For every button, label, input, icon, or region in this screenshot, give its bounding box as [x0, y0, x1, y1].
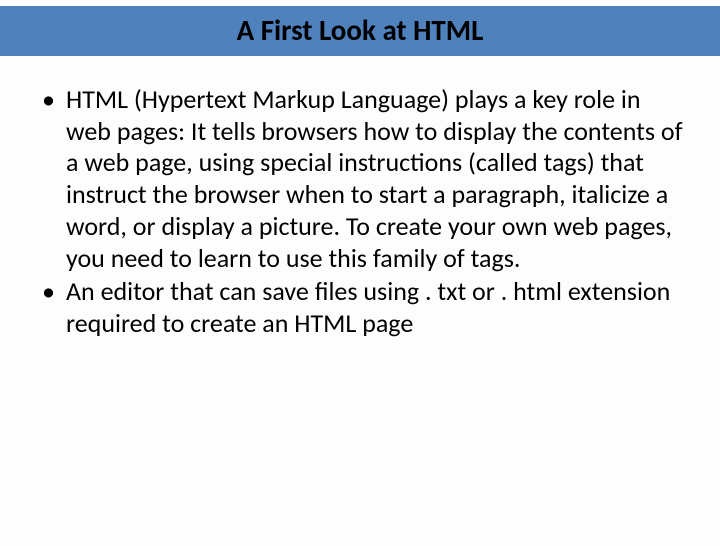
list-item: HTML (Hypertext Markup Language) plays a… [38, 84, 690, 274]
bullet-list: HTML (Hypertext Markup Language) plays a… [38, 84, 690, 340]
slide-body: HTML (Hypertext Markup Language) plays a… [0, 56, 720, 340]
list-item: An editor that can save files using . tx… [38, 276, 690, 339]
slide-title: A First Look at HTML [0, 6, 720, 56]
